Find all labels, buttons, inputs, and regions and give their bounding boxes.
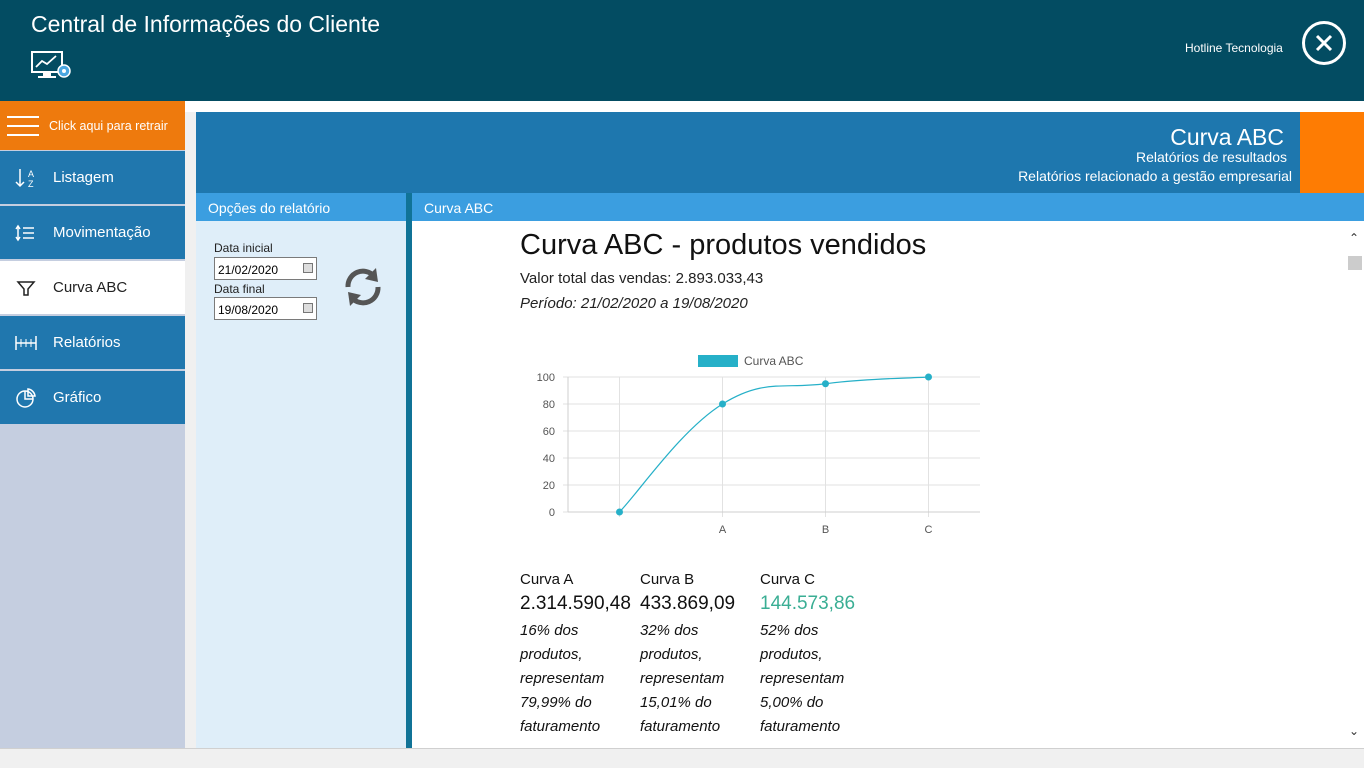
desc-line: 15,01% do (640, 694, 712, 711)
header-separator (0, 101, 1364, 112)
page-subtitle: Relatórios de resultados (1136, 149, 1287, 165)
svg-text:A: A (28, 169, 34, 179)
data-point (616, 508, 623, 516)
start-date-field[interactable]: 21/02/2020 (214, 257, 317, 280)
start-date-value: 21/02/2020 (218, 263, 279, 277)
curve-label: Curva A (520, 571, 574, 588)
movement-icon (14, 221, 38, 245)
calendar-icon[interactable] (303, 263, 313, 273)
desc-line: representam (520, 670, 605, 687)
curve-label: Curva C (760, 571, 816, 588)
desc-line: faturamento (520, 718, 601, 735)
hamburger-icon (7, 109, 39, 143)
sort-az-icon: AZ (14, 166, 38, 190)
sidebar-item-label: Movimentação (53, 224, 151, 241)
sidebar-item-label: Relatórios (53, 334, 121, 351)
desc-line: representam (640, 670, 725, 687)
x-tick-label: B (822, 524, 829, 536)
end-date-label: Data final (214, 282, 265, 296)
title-bar: Central de Informações do Cliente Hotlin… (0, 0, 1364, 101)
pie-chart-icon (14, 386, 38, 410)
main-content: Curva ABC Relatórios de resultados Relat… (196, 112, 1364, 748)
end-date-field[interactable]: 19/08/2020 (214, 297, 317, 320)
report-period: Período: 21/02/2020 a 19/08/2020 (520, 295, 748, 312)
y-tick-label: 20 (543, 480, 555, 492)
app-title: Central de Informações do Cliente (31, 11, 381, 37)
desc-line: produtos, (520, 646, 583, 663)
sidebar-item-label: Curva ABC (53, 279, 128, 296)
curve-value: 144.573,86 (760, 593, 856, 614)
desc-line: 79,99% do (520, 694, 592, 711)
sidebar-item-grafico[interactable]: Gráfico (0, 371, 185, 424)
ruler-icon (14, 331, 38, 355)
curve-description: 52% dos produtos, representam 5,00% do f… (760, 619, 880, 739)
y-tick-label: 40 (543, 453, 555, 465)
curve-label: Curva B (640, 571, 695, 588)
report-area: Curva ABC - produtos vendidos Valor tota… (412, 221, 1348, 748)
retract-button[interactable]: Click aqui para retrair (0, 101, 185, 150)
abc-curve-chart: Curva ABC 0 20 40 60 80 100 A B C (537, 354, 980, 536)
desc-line: 32% dos (640, 622, 699, 639)
report-title: Curva ABC - produtos vendidos (520, 229, 927, 261)
curve-value: 433.869,09 (640, 593, 736, 614)
data-point (719, 400, 726, 408)
sidebar-item-relatorios[interactable]: Relatórios (0, 316, 185, 369)
desc-line: produtos, (760, 646, 823, 663)
y-tick-label: 60 (543, 426, 555, 438)
report-options-panel: Opções do relatório Data inicial 21/02/2… (196, 193, 406, 748)
options-title: Opções do relatório (196, 193, 406, 221)
scroll-down-icon[interactable]: ⌄ (1349, 724, 1359, 738)
data-point (925, 373, 932, 381)
y-tick-label: 100 (537, 372, 555, 384)
curve-a-summary: Curva A 2.314.590,48 16% dos produtos, r… (520, 571, 640, 739)
start-date-label: Data inicial (214, 241, 273, 255)
funnel-icon (14, 276, 38, 300)
monitor-chart-icon (31, 51, 71, 78)
svg-text:Z: Z (28, 179, 34, 189)
refresh-icon[interactable] (340, 264, 386, 310)
page-title: Curva ABC (1170, 124, 1284, 150)
sidebar-item-label: Gráfico (53, 389, 102, 406)
sidebar-item-listagem[interactable]: AZ Listagem (0, 151, 185, 204)
x-tick-label: C (925, 524, 933, 536)
legend-label: Curva ABC (744, 354, 804, 368)
curve-description: 16% dos produtos, representam 79,99% do … (520, 619, 640, 739)
retract-label: Click aqui para retrair (49, 118, 168, 133)
close-button[interactable] (1302, 21, 1346, 65)
scroll-thumb[interactable] (1348, 256, 1362, 270)
sidebar-item-movimentacao[interactable]: Movimentação (0, 206, 185, 259)
report-total: Valor total das vendas: 2.893.033,43 (520, 270, 764, 287)
header-accent (1300, 112, 1364, 193)
curve-b-summary: Curva B 433.869,09 32% dos produtos, rep… (640, 571, 760, 739)
report-tab: Curva ABC (412, 193, 1364, 221)
curve-c-summary: Curva C 144.573,86 52% dos produtos, rep… (760, 571, 880, 739)
vertical-scrollbar[interactable]: ⌃ ⌄ (1348, 221, 1364, 748)
curve-description: 32% dos produtos, representam 15,01% do … (640, 619, 760, 739)
legend-swatch (698, 355, 738, 367)
desc-line: faturamento (760, 718, 841, 735)
desc-line: 16% dos (520, 622, 579, 639)
status-bar (0, 748, 1364, 768)
curve-value: 2.314.590,48 (520, 593, 631, 614)
company-name: Hotline Tecnologia (1185, 41, 1283, 55)
y-tick-label: 0 (549, 507, 555, 519)
sidebar-item-curva-abc[interactable]: Curva ABC (0, 261, 185, 314)
x-tick-label: A (719, 524, 727, 536)
sidebar: Click aqui para retrair AZ Listagem Movi… (0, 101, 185, 751)
series-line (619, 376, 929, 513)
desc-line: faturamento (640, 718, 721, 735)
page-header: Curva ABC Relatórios de resultados Relat… (196, 112, 1300, 193)
desc-line: produtos, (640, 646, 703, 663)
data-point (822, 380, 829, 388)
desc-line: 5,00% do (760, 694, 824, 711)
close-icon (1315, 34, 1333, 52)
sidebar-item-label: Listagem (53, 169, 114, 186)
calendar-icon[interactable] (303, 303, 313, 313)
scroll-up-icon[interactable]: ⌃ (1349, 231, 1359, 245)
page-description: Relatórios relacionado a gestão empresar… (1018, 168, 1292, 184)
end-date-value: 19/08/2020 (218, 303, 279, 317)
desc-line: 52% dos (760, 622, 819, 639)
desc-line: representam (760, 670, 845, 687)
y-tick-label: 80 (543, 399, 555, 411)
